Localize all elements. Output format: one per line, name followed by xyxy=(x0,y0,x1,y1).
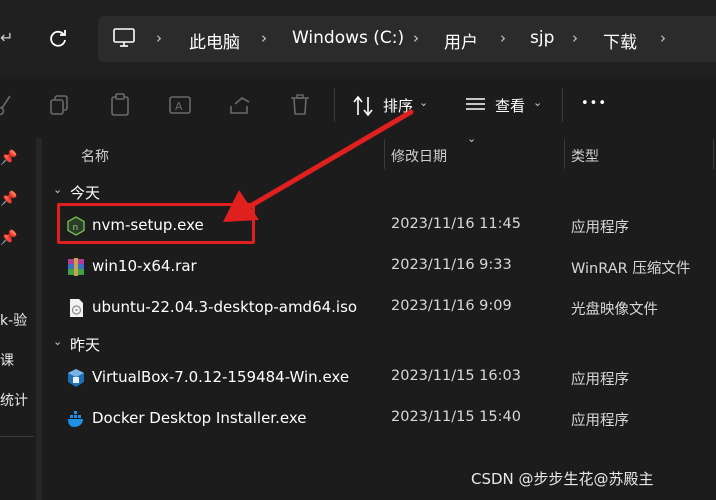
navigation-scrollbar[interactable] xyxy=(36,138,42,500)
more-options-button[interactable]: ••• xyxy=(581,96,607,111)
breadcrumb-downloads[interactable]: 下载 xyxy=(603,28,637,53)
sort-indicator-icon: ⌄ xyxy=(467,132,477,145)
column-header-name[interactable]: 名称 xyxy=(81,146,109,166)
pin-icon: 📌 xyxy=(0,230,18,246)
this-pc-icon xyxy=(113,28,135,47)
file-type: 光盘映像文件 xyxy=(571,302,658,318)
file-type: 应用程序 xyxy=(571,413,629,429)
file-date: 2023/11/16 9:33 xyxy=(391,257,512,273)
chevron-right-icon[interactable]: › xyxy=(660,29,666,47)
disc-image-icon xyxy=(70,299,83,317)
breadcrumb-sjp[interactable]: sjp xyxy=(530,28,554,48)
group-header-today[interactable]: 今天 xyxy=(70,182,100,203)
collapse-chevron-icon[interactable]: ⌄ xyxy=(53,183,62,196)
sidebar-item[interactable]: 统计 xyxy=(0,390,28,410)
chevron-down-icon: ⌄ xyxy=(533,96,543,109)
column-divider[interactable] xyxy=(713,139,714,169)
collapse-chevron-icon[interactable]: ⌄ xyxy=(53,335,62,348)
watermark: CSDN @步步生花@苏殿主 xyxy=(471,470,654,488)
column-header-type[interactable]: 类型 xyxy=(571,146,599,166)
file-name: ubuntu-22.04.3-desktop-amd64.iso xyxy=(92,298,358,316)
file-date: 2023/11/16 9:09 xyxy=(391,298,512,314)
file-row[interactable]: VirtualBox-7.0.12-159484-Win.exe 2023/11… xyxy=(56,361,716,397)
file-name: Docker Desktop Installer.exe xyxy=(92,409,307,427)
cut-icon[interactable] xyxy=(0,92,18,118)
breadcrumb-users[interactable]: 用户 xyxy=(444,28,478,53)
file-date: 2023/11/15 16:03 xyxy=(391,368,521,384)
file-type: WinRAR 压缩文件 xyxy=(571,261,691,277)
chevron-right-icon: › xyxy=(413,29,419,47)
sidebar-divider xyxy=(0,436,34,437)
chevron-right-icon: › xyxy=(261,29,267,47)
view-icon xyxy=(466,98,485,110)
copy-icon[interactable] xyxy=(47,92,73,118)
chevron-right-icon: › xyxy=(156,29,162,47)
file-type: 应用程序 xyxy=(571,372,629,388)
sidebar-item[interactable]: 课 xyxy=(0,350,14,370)
file-date: 2023/11/15 15:40 xyxy=(391,409,521,425)
refresh-icon[interactable] xyxy=(49,29,69,49)
toolbar-divider xyxy=(562,88,563,122)
virtualbox-icon xyxy=(68,369,84,387)
winrar-icon xyxy=(68,258,84,276)
annotation-arrow-icon xyxy=(223,109,414,222)
sidebar-item[interactable]: k-验 xyxy=(0,310,27,330)
chevron-right-icon: › xyxy=(500,29,506,47)
file-name: VirtualBox-7.0.12-159484-Win.exe xyxy=(92,368,350,386)
chevron-right-icon: › xyxy=(572,29,578,47)
paste-icon[interactable] xyxy=(107,92,133,118)
rename-icon[interactable]: A xyxy=(167,92,193,118)
file-name: win10-x64.rar xyxy=(92,257,197,275)
view-button[interactable]: 查看 xyxy=(495,95,525,116)
pin-icon: 📌 xyxy=(0,150,18,166)
file-type: 应用程序 xyxy=(571,220,629,236)
file-row[interactable]: Docker Desktop Installer.exe 2023/11/15 … xyxy=(56,402,716,438)
back-arrow-icon[interactable]: ↵ xyxy=(0,28,13,47)
file-row[interactable]: ubuntu-22.04.3-desktop-amd64.iso 2023/11… xyxy=(56,291,716,327)
chevron-down-icon: ⌄ xyxy=(419,96,429,109)
docker-icon xyxy=(68,411,83,427)
breadcrumb-drive-c[interactable]: Windows (C:) xyxy=(292,28,404,48)
file-row[interactable]: win10-x64.rar 2023/11/16 9:33 WinRAR 压缩文… xyxy=(56,250,716,286)
column-divider[interactable] xyxy=(564,139,565,169)
svg-text:A: A xyxy=(175,100,183,113)
group-header-yesterday[interactable]: 昨天 xyxy=(70,334,100,355)
pin-icon: 📌 xyxy=(0,191,18,207)
breadcrumb-this-pc[interactable]: 此电脑 xyxy=(189,28,240,53)
